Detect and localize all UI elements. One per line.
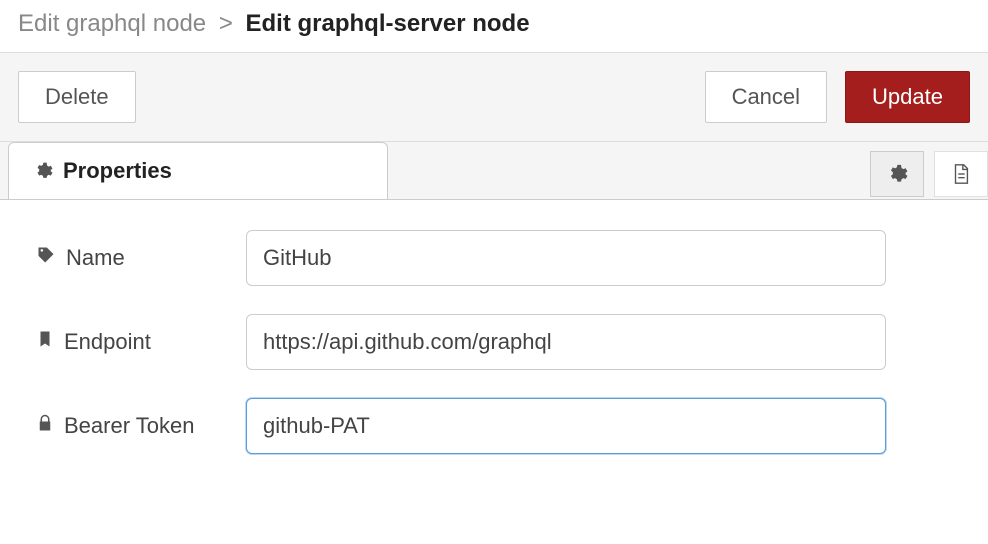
tab-properties-label: Properties <box>63 158 172 184</box>
bearer-token-label-text: Bearer Token <box>64 413 194 439</box>
endpoint-label-text: Endpoint <box>64 329 151 355</box>
endpoint-row: Endpoint <box>36 314 970 370</box>
gear-icon <box>886 163 908 185</box>
lock-icon <box>36 413 54 439</box>
name-label-text: Name <box>66 245 125 271</box>
endpoint-input[interactable] <box>246 314 886 370</box>
breadcrumb-current: Edit graphql-server node <box>246 10 530 37</box>
bookmark-icon <box>36 329 54 355</box>
bearer-token-input[interactable] <box>246 398 886 454</box>
delete-button[interactable]: Delete <box>18 71 136 123</box>
name-row: Name <box>36 230 970 286</box>
breadcrumb-parent[interactable]: Edit graphql node <box>18 10 206 37</box>
tabs-row: Properties <box>0 142 988 200</box>
cancel-button[interactable]: Cancel <box>705 71 827 123</box>
tag-icon <box>36 245 56 271</box>
gear-icon <box>33 161 53 181</box>
doc-icon-button[interactable] <box>934 151 988 197</box>
bearer-token-label: Bearer Token <box>36 413 246 439</box>
tab-properties[interactable]: Properties <box>8 142 388 199</box>
properties-form: Name Endpoint Bearer Token <box>0 200 988 454</box>
breadcrumb: Edit graphql node > Edit graphql-server … <box>0 0 988 53</box>
doc-icon <box>950 163 972 185</box>
breadcrumb-separator: > <box>213 10 239 37</box>
action-bar: Delete Cancel Update <box>0 53 988 142</box>
endpoint-label: Endpoint <box>36 329 246 355</box>
update-button[interactable]: Update <box>845 71 970 123</box>
name-label: Name <box>36 245 246 271</box>
settings-icon-button[interactable] <box>870 151 924 197</box>
name-input[interactable] <box>246 230 886 286</box>
bearer-token-row: Bearer Token <box>36 398 970 454</box>
